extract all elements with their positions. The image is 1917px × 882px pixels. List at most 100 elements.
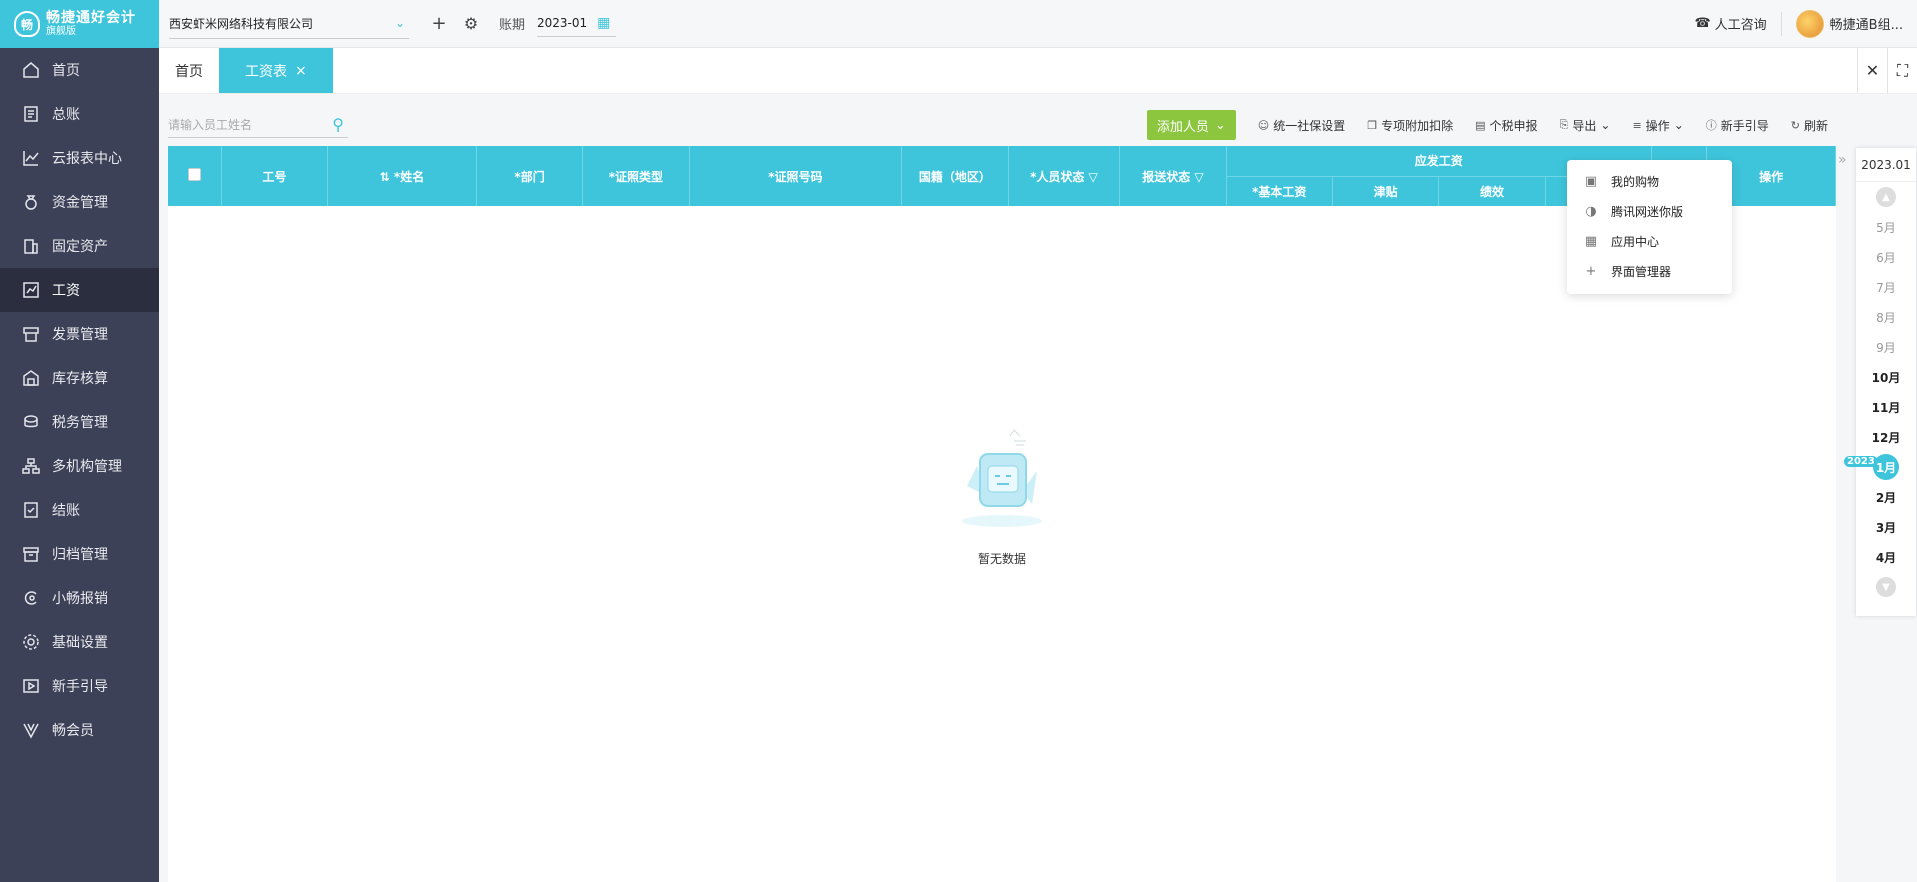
column-header[interactable]: *证照号码 (689, 146, 903, 206)
sidebar-item-guide[interactable]: 新手引导 (0, 664, 159, 708)
select-all-checkbox[interactable] (168, 146, 222, 206)
divider (1780, 11, 1782, 36)
gear-icon[interactable]: ⚙ (461, 14, 481, 34)
action-label: 专项附加扣除 (1381, 118, 1454, 133)
sidebar-item-multi-org[interactable]: 多机构管理 (0, 444, 159, 488)
dropdown-item-app-center[interactable]: ▦ 应用中心 (1567, 226, 1732, 256)
building-icon (22, 237, 40, 255)
tax-report-button[interactable]: ▤ 个税申报 (1475, 117, 1537, 134)
sidebar: 畅 畅捷通好会计 旗舰版 首页 总账 云报表中心 资金管理 固定资产 工资 发票… (0, 0, 159, 882)
column-header-status[interactable]: *人员状态 ▽ (1008, 146, 1121, 206)
sidebar-item-home[interactable]: 首页 (0, 48, 159, 92)
month-item[interactable]: 8月 (1856, 302, 1916, 332)
search-input[interactable]: 请输入员工姓名 ⚲ (168, 112, 348, 138)
invoice-icon (22, 325, 40, 343)
month-scroll-up[interactable]: ▲ (1856, 182, 1916, 212)
sidebar-item-label: 小畅报销 (52, 591, 108, 607)
filter-icon[interactable]: ▽ (1194, 170, 1203, 184)
dropdown-label: 界面管理器 (1611, 264, 1672, 279)
dropdown-item-ui-manager[interactable]: + 界面管理器 (1567, 256, 1732, 286)
sidebar-item-report-center[interactable]: 云报表中心 (0, 136, 159, 180)
column-header-report-status[interactable]: 报送状态 ▽ (1119, 146, 1227, 206)
sidebar-item-reimburse[interactable]: 小畅报销 (0, 576, 159, 620)
sidebar-item-label: 畅会员 (52, 723, 94, 739)
dropdown-item-shop[interactable]: ▣ 我的购物 (1567, 166, 1732, 196)
column-header[interactable]: 津贴 (1332, 175, 1440, 206)
close-icon[interactable]: × (295, 63, 307, 79)
filter-icon[interactable]: ▽ (1089, 170, 1098, 184)
sidebar-item-fund[interactable]: 资金管理 (0, 180, 159, 224)
sidebar-item-label: 结账 (52, 503, 80, 519)
sidebar-nav: 首页 总账 云报表中心 资金管理 固定资产 工资 发票管理 库存核算 税务管理 … (0, 48, 159, 752)
search-icon[interactable]: ⚲ (332, 115, 344, 134)
app-logo[interactable]: 畅 畅捷通好会计 旗舰版 (0, 0, 159, 48)
tab-home[interactable]: 首页 (159, 48, 219, 93)
logo-cloud-icon: 畅 (14, 11, 40, 37)
checkout-icon (22, 501, 40, 519)
column-header[interactable]: *证照类型 (582, 146, 690, 206)
dropdown-label: 我的购物 (1611, 174, 1660, 189)
question-icon: ⓘ (1705, 119, 1717, 132)
dropdown-label: 应用中心 (1611, 234, 1660, 249)
column-header[interactable]: 国籍（地区） (901, 146, 1009, 206)
period-picker[interactable]: 2023-01 ▦ (537, 11, 617, 37)
month-item[interactable]: 6月 (1856, 242, 1916, 272)
sidebar-item-label: 发票管理 (52, 327, 108, 343)
month-item[interactable]: 4月 (1856, 542, 1916, 572)
export-button[interactable]: ⎘ 导出 ⌄ (1560, 117, 1611, 134)
sidebar-item-salary[interactable]: 工资 (0, 268, 159, 312)
sidebar-item-assets[interactable]: 固定资产 (0, 224, 159, 268)
sidebar-item-settings[interactable]: 基础设置 (0, 620, 159, 664)
month-item[interactable]: 7月 (1856, 272, 1916, 302)
org-icon (22, 457, 40, 475)
social-insurance-button[interactable]: ☺ 统一社保设置 (1258, 117, 1345, 134)
sidebar-item-vip[interactable]: 畅会员 (0, 708, 159, 752)
sidebar-item-ledger[interactable]: 总账 (0, 92, 159, 136)
tab-salary-sheet[interactable]: 工资表 × (219, 48, 333, 93)
refresh-button[interactable]: ↻ 刷新 (1791, 117, 1828, 134)
operate-button[interactable]: ≡ 操作 ⌄ (1632, 117, 1683, 134)
reimburse-icon (22, 589, 40, 607)
company-select[interactable]: 西安虾米网络科技有限公司 ⌄ (169, 9, 409, 39)
people-icon: ☺ (1257, 118, 1270, 132)
fullscreen-icon[interactable]: ⛶ (1887, 48, 1917, 93)
guide-button[interactable]: ⓘ 新手引导 (1706, 117, 1769, 134)
sidebar-item-archive[interactable]: 归档管理 (0, 532, 159, 576)
sidebar-item-tax[interactable]: 税务管理 (0, 400, 159, 444)
column-header[interactable]: 工号 (221, 146, 329, 206)
action-label: 个税申报 (1489, 118, 1538, 133)
guide-icon (22, 677, 40, 695)
home-icon (22, 61, 40, 79)
logo-title: 畅捷通好会计 (46, 9, 136, 26)
month-item[interactable]: 12月 (1856, 422, 1916, 452)
sidebar-item-inventory[interactable]: 库存核算 (0, 356, 159, 400)
sidebar-item-label: 资金管理 (52, 195, 108, 211)
month-item[interactable]: 5月 (1856, 212, 1916, 242)
month-item[interactable]: 10月 (1856, 362, 1916, 392)
sidebar-item-checkout[interactable]: 结账 (0, 488, 159, 532)
action-label: 统一社保设置 (1273, 118, 1346, 133)
support-link[interactable]: ☎ 人工咨询 (1694, 14, 1766, 33)
add-person-button[interactable]: 添加人员 ⌄ (1146, 110, 1236, 140)
month-item[interactable]: 9月 (1856, 332, 1916, 362)
column-header-name[interactable]: ⇅ *姓名 (327, 146, 477, 206)
month-item[interactable]: 3月 (1856, 512, 1916, 542)
chevron-down-icon: ⌄ (1214, 117, 1226, 133)
collapse-panel-icon[interactable]: » (1838, 152, 1854, 172)
month-item[interactable]: 2月 (1856, 482, 1916, 512)
month-scroll-down[interactable]: ▼ (1856, 572, 1916, 602)
close-all-tabs-icon[interactable]: ✕ (1857, 48, 1887, 93)
month-item[interactable]: 11月 (1856, 392, 1916, 422)
user-menu[interactable]: 畅捷通B组... (1795, 9, 1903, 38)
archive-icon (22, 545, 40, 563)
add-plus-icon[interactable]: + (429, 13, 449, 34)
column-header[interactable]: *部门 (476, 146, 584, 206)
column-header[interactable]: 绩效 (1438, 175, 1546, 206)
dropdown-item-tencent[interactable]: ◑ 腾讯网迷你版 (1567, 196, 1732, 226)
special-deduction-button[interactable]: ❐ 专项附加扣除 (1367, 117, 1453, 134)
tab-label: 首页 (175, 63, 203, 80)
column-header: 报送状态 (1142, 169, 1191, 184)
sidebar-item-invoice[interactable]: 发票管理 (0, 312, 159, 356)
year-badge: 2023 (1844, 456, 1878, 467)
column-header[interactable]: *基本工资 (1226, 175, 1333, 206)
